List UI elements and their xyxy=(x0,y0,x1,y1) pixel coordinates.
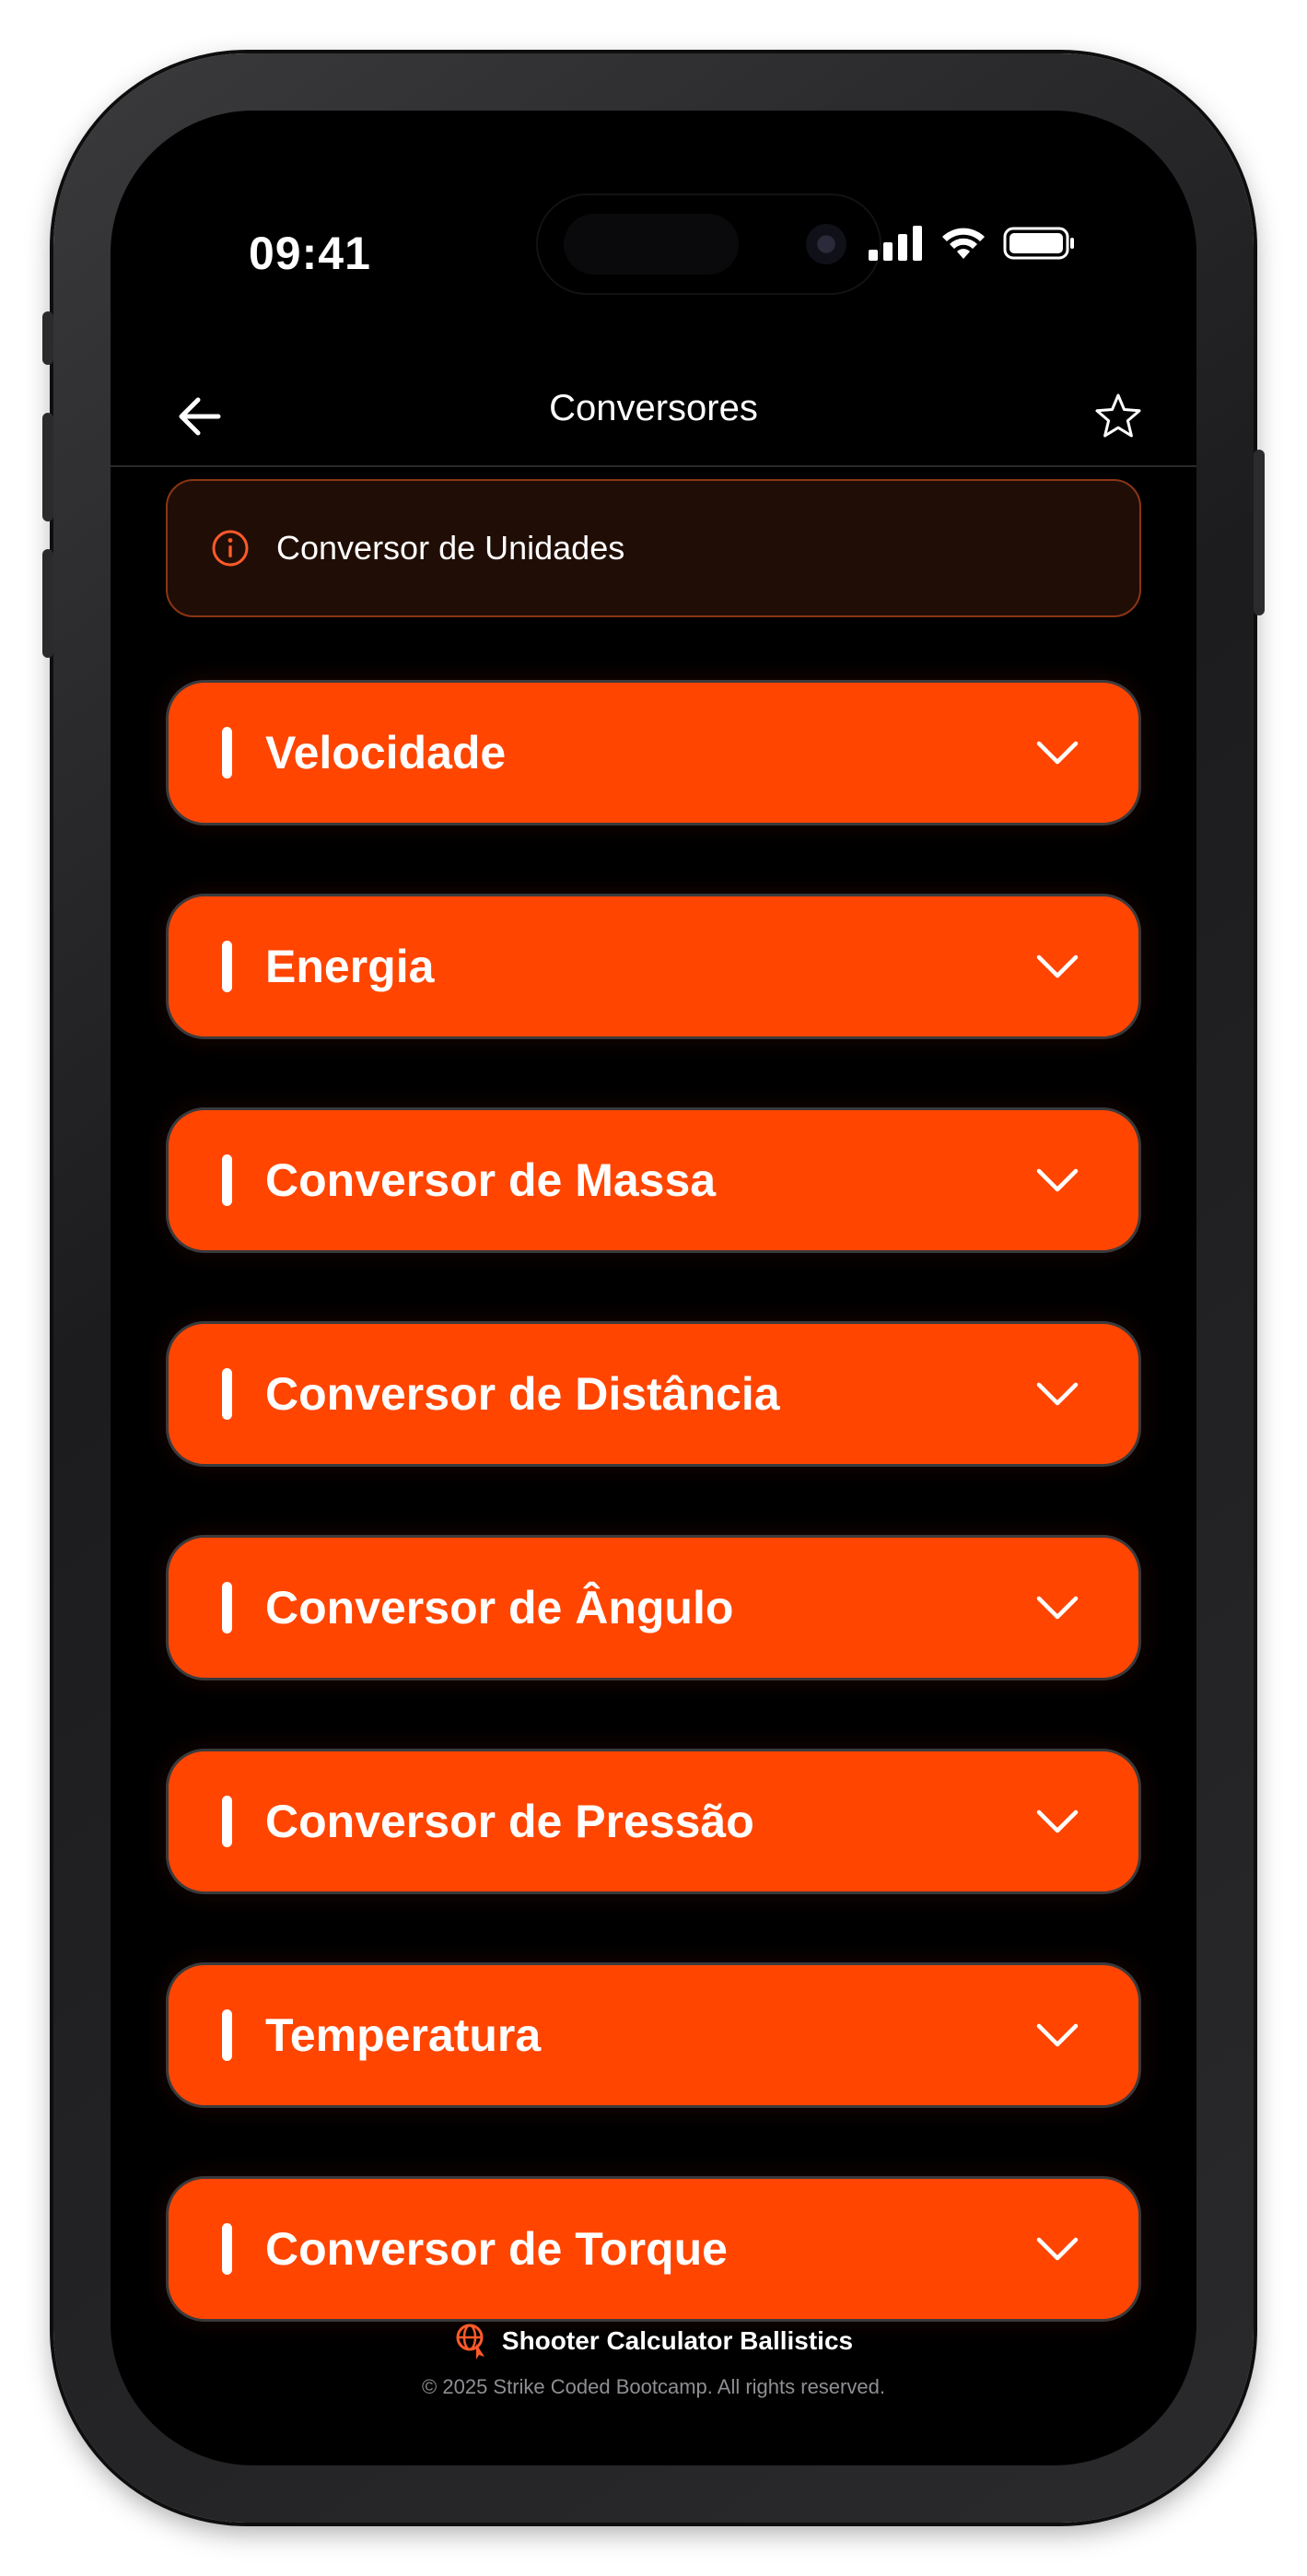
chevron-down-icon xyxy=(1030,725,1085,780)
info-circle-icon xyxy=(212,530,249,567)
action-button xyxy=(42,311,53,365)
info-banner-text: Conversor de Unidades xyxy=(276,529,625,567)
wifi-icon xyxy=(942,228,985,259)
app-footer: Shooter Calculator Ballistics © 2025 Str… xyxy=(111,2322,1196,2399)
converter-item-massa[interactable]: Conversor de Massa xyxy=(166,1107,1141,1253)
item-marker xyxy=(222,2009,232,2061)
converter-item-temperatura[interactable]: Temperatura xyxy=(166,1962,1141,2108)
converter-item-distancia[interactable]: Conversor de Distância xyxy=(166,1321,1141,1467)
converter-item-label: Conversor de Massa xyxy=(265,1154,717,1206)
page-title: Conversores xyxy=(549,388,758,428)
nav-header: Conversores xyxy=(111,364,1196,467)
converter-item-label: Conversor de Pressão xyxy=(265,1796,754,1847)
status-time: 09:41 xyxy=(249,228,371,279)
converter-item-label: Conversor de Distância xyxy=(265,1368,780,1420)
item-marker xyxy=(222,1368,232,1420)
chevron-down-icon xyxy=(1030,939,1085,994)
footer-brand-name: Shooter Calculator Ballistics xyxy=(501,2326,854,2355)
info-banner: Conversor de Unidades xyxy=(166,479,1141,617)
app-screen: 09:41 Conversores Conversor de Unidades … xyxy=(111,111,1196,2465)
front-camera xyxy=(806,224,846,264)
footer-copyright: © 2025 Strike Coded Bootcamp. All rights… xyxy=(422,2375,885,2398)
star-outline-icon xyxy=(1095,393,1141,438)
status-icons xyxy=(869,226,1077,261)
dynamic-island xyxy=(536,193,881,295)
converter-item-velocidade[interactable]: Velocidade xyxy=(166,680,1141,825)
converter-item-pressao[interactable]: Conversor de Pressão xyxy=(166,1749,1141,1894)
battery-icon xyxy=(1003,227,1074,260)
chevron-down-icon xyxy=(1030,1153,1085,1208)
converter-item-label: Velocidade xyxy=(265,727,507,779)
power-button xyxy=(1254,450,1265,615)
crosshair-globe-icon xyxy=(456,2324,484,2359)
island-sensor xyxy=(564,214,739,275)
converter-item-label: Energia xyxy=(265,941,435,992)
converter-item-label: Temperatura xyxy=(265,2009,542,2061)
item-marker xyxy=(222,1796,232,1847)
converter-item-energia[interactable]: Energia xyxy=(166,894,1141,1039)
chevron-down-icon xyxy=(1030,1580,1085,1635)
converter-item-angulo[interactable]: Conversor de Ângulo xyxy=(166,1535,1141,1680)
item-marker xyxy=(222,2223,232,2275)
item-marker xyxy=(222,1154,232,1206)
cellular-signal-icon xyxy=(869,226,922,261)
footer-brand: Shooter Calculator Ballistics xyxy=(111,2322,1196,2360)
favorite-button[interactable] xyxy=(1077,375,1160,458)
converter-item-label: Conversor de Torque xyxy=(265,2223,728,2275)
volume-down-button xyxy=(42,549,53,658)
item-marker xyxy=(222,1582,232,1633)
chevron-down-icon xyxy=(1030,2221,1085,2277)
converter-item-torque[interactable]: Conversor de Torque xyxy=(166,2176,1141,2322)
item-marker xyxy=(222,941,232,992)
chevron-down-icon xyxy=(1030,1366,1085,1422)
phone-frame: 09:41 Conversores Conversor de Unidades … xyxy=(42,53,1265,2523)
chevron-down-icon xyxy=(1030,1794,1085,1849)
volume-up-button xyxy=(42,413,53,521)
chevron-down-icon xyxy=(1030,2008,1085,2063)
converter-item-label: Conversor de Ângulo xyxy=(265,1582,734,1633)
item-marker xyxy=(222,727,232,779)
